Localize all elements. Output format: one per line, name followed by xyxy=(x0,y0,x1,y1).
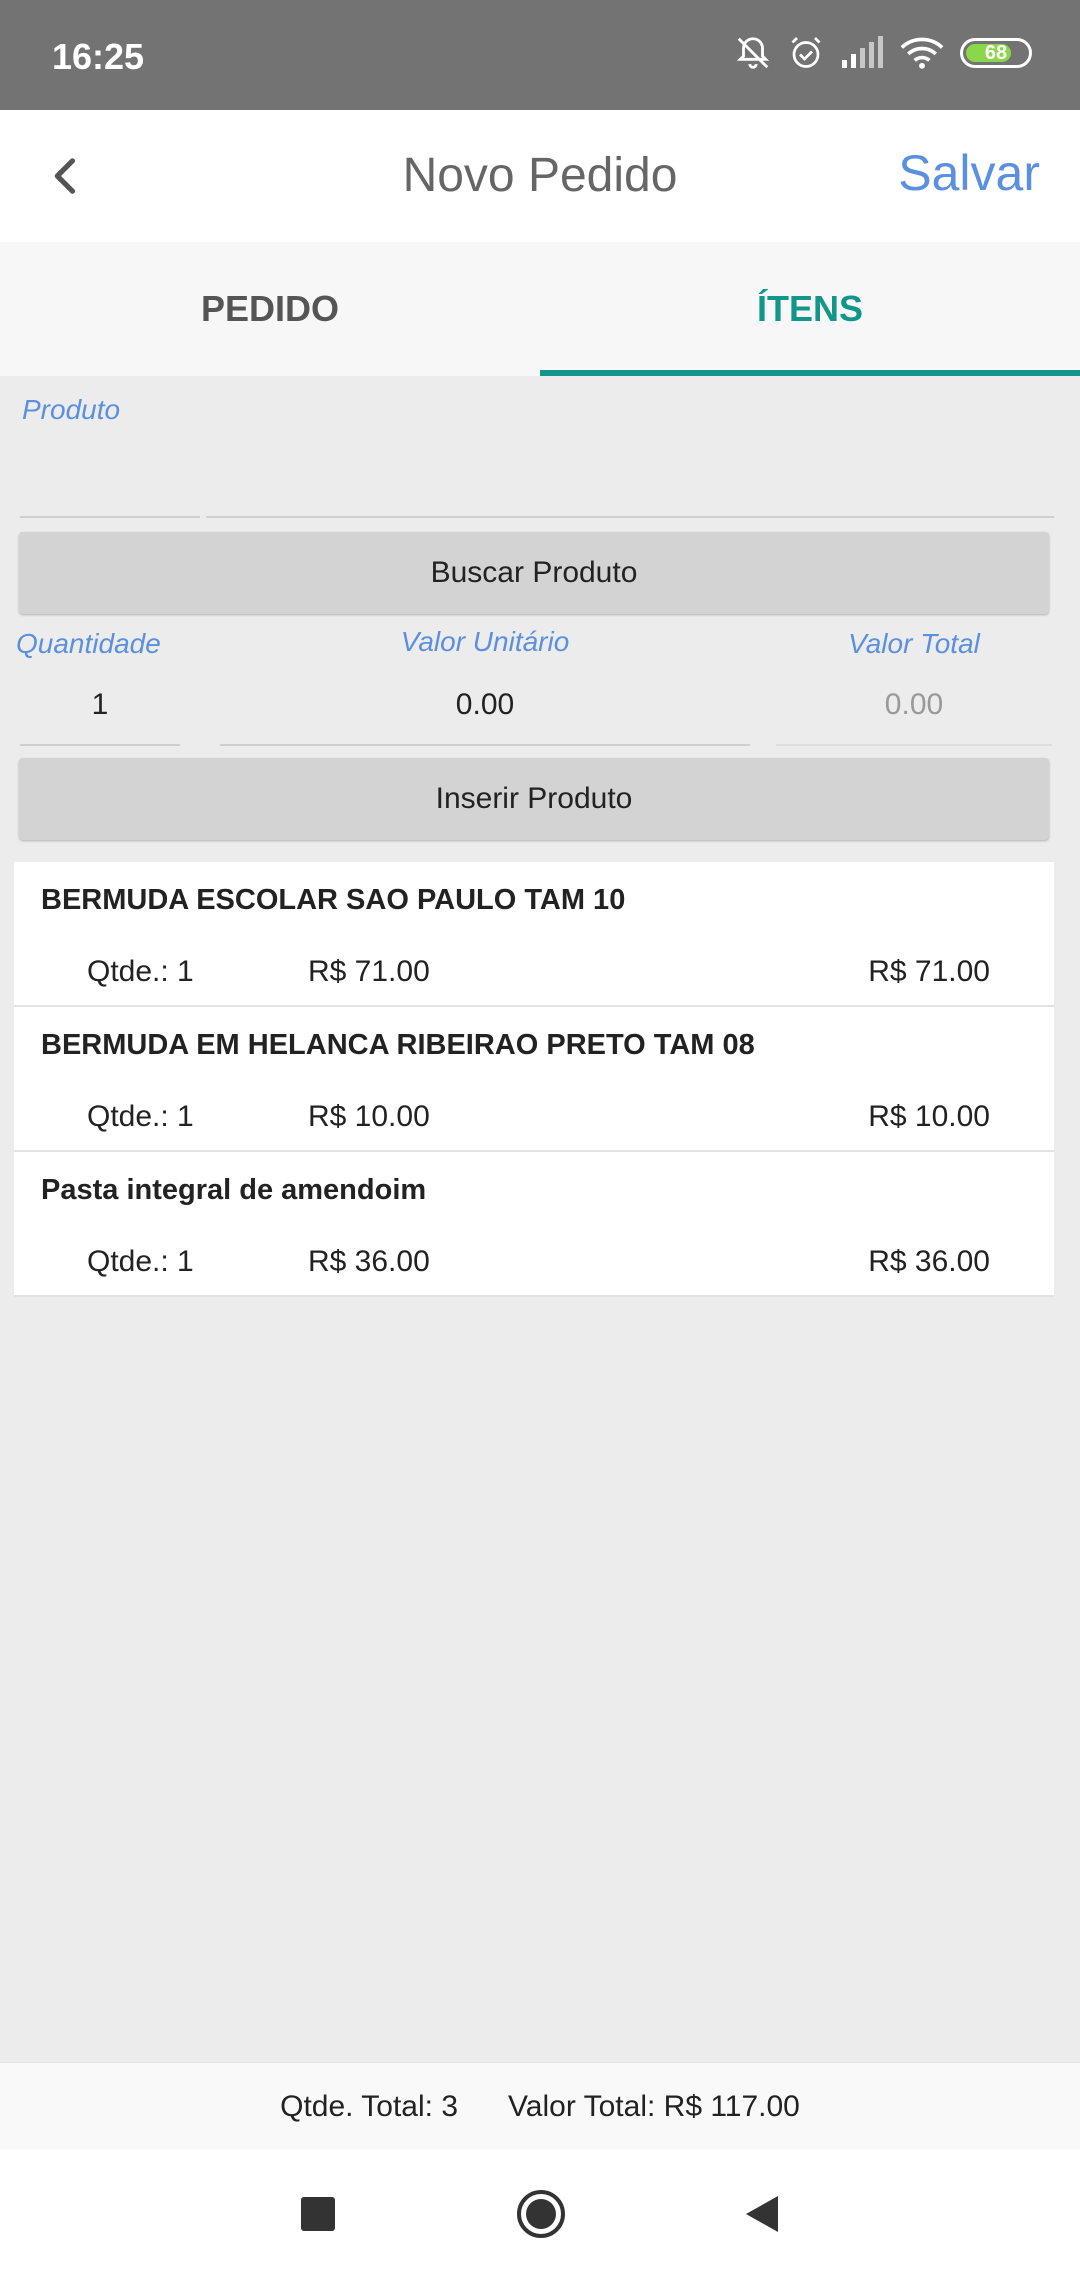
item-total-price: R$ 10.00 xyxy=(868,1100,990,1133)
back-nav-button[interactable] xyxy=(740,2192,784,2241)
unit-price-underline xyxy=(220,744,750,746)
item-quantity: Qtde.: 1 xyxy=(87,1245,194,1278)
list-item[interactable]: BERMUDA ESCOLAR SAO PAULO TAM 10 Qtde.: … xyxy=(14,862,1054,1007)
status-time: 16:25 xyxy=(52,36,145,77)
insert-product-button[interactable]: Inserir Produto xyxy=(19,758,1049,840)
tab-bar: PEDIDO ÍTENS xyxy=(0,242,1080,376)
app-bar: Novo Pedido Salvar xyxy=(0,110,1080,242)
list-item[interactable]: BERMUDA EM HELANCA RIBEIRAO PRETO TAM 08… xyxy=(14,1007,1054,1152)
quantity-label: Quantidade xyxy=(16,628,161,659)
system-nav-bar xyxy=(0,2150,1080,2280)
item-quantity: Qtde.: 1 xyxy=(87,1100,194,1133)
tab-pedido[interactable]: PEDIDO xyxy=(0,242,540,376)
item-name: Pasta integral de amendoim xyxy=(41,1174,427,1206)
product-field-underline xyxy=(206,516,1054,518)
total-price-field: 0.00 xyxy=(884,688,944,721)
total-value: Valor Total: R$ 117.00 xyxy=(508,2089,800,2123)
item-name: BERMUDA ESCOLAR SAO PAULO TAM 10 xyxy=(41,884,626,916)
home-button[interactable] xyxy=(515,2188,567,2245)
total-price-label: Valor Total xyxy=(848,628,980,659)
recents-square-icon xyxy=(301,2197,335,2231)
recents-button[interactable] xyxy=(296,2192,340,2241)
quantity-underline xyxy=(20,744,180,746)
tab-itens[interactable]: ÍTENS xyxy=(540,242,1080,376)
status-icons: 68 xyxy=(734,34,1032,72)
unit-price-field[interactable]: 0.00 xyxy=(220,688,750,722)
unit-price-label: Valor Unitário xyxy=(400,626,570,657)
signal-icon xyxy=(840,36,884,70)
back-triangle-icon xyxy=(746,2196,778,2232)
battery-icon: 68 xyxy=(960,38,1032,68)
item-unit-price: R$ 71.00 xyxy=(308,955,430,988)
item-list: BERMUDA ESCOLAR SAO PAULO TAM 10 Qtde.: … xyxy=(14,862,1054,1297)
battery-level: 68 xyxy=(984,41,1008,64)
list-item[interactable]: Pasta integral de amendoim Qtde.: 1 R$ 3… xyxy=(14,1152,1054,1297)
total-quantity: Qtde. Total: 3 xyxy=(280,2089,459,2123)
total-price-underline xyxy=(776,744,1052,746)
status-bar: 16:25 68 xyxy=(0,0,1080,110)
wifi-icon xyxy=(900,36,944,70)
home-circle-icon xyxy=(517,2190,565,2238)
notifications-off-icon xyxy=(734,34,772,72)
item-total-price: R$ 36.00 xyxy=(868,1245,990,1278)
item-total-price: R$ 71.00 xyxy=(868,955,990,988)
item-unit-price: R$ 36.00 xyxy=(308,1245,430,1278)
item-unit-price: R$ 10.00 xyxy=(308,1100,430,1133)
totals-footer: Qtde. Total: 3 Valor Total: R$ 117.00 xyxy=(0,2062,1080,2150)
item-quantity: Qtde.: 1 xyxy=(87,955,194,988)
save-button[interactable]: Salvar xyxy=(898,144,1040,202)
alarm-icon xyxy=(788,35,824,71)
product-field-underline xyxy=(20,516,200,518)
search-product-button[interactable]: Buscar Produto xyxy=(19,532,1049,614)
quantity-field[interactable]: 1 xyxy=(20,688,180,722)
item-name: BERMUDA EM HELANCA RIBEIRAO PRETO TAM 08 xyxy=(41,1029,755,1061)
product-label: Produto xyxy=(22,394,121,425)
